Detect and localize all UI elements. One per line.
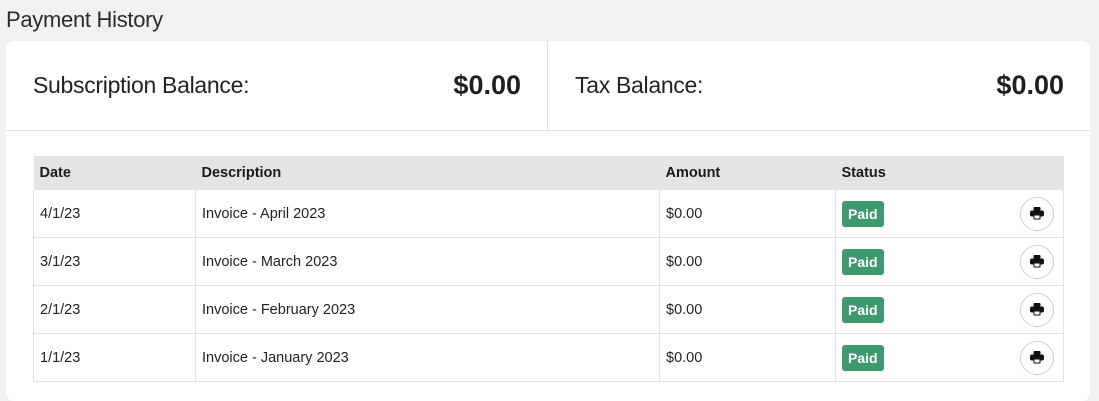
print-button[interactable] (1020, 340, 1054, 375)
balances-panel: Subscription Balance: $0.00 Tax Balance:… (6, 41, 1090, 131)
tax-balance-value: $0.00 (996, 70, 1064, 100)
tax-balance: Tax Balance: $0.00 (548, 41, 1090, 130)
printer-icon (1030, 207, 1044, 220)
table-header-row: Date Description Amount Status (33, 156, 1064, 190)
header-amount[interactable]: Amount (659, 156, 836, 190)
printer-icon (1030, 255, 1044, 268)
row-description: Invoice - February 2023 (195, 285, 660, 334)
row-amount: $0.00 (659, 285, 836, 334)
row-status: Paid (835, 190, 1064, 238)
subscription-balance-value: $0.00 (453, 70, 521, 100)
status-badge: Paid (842, 344, 884, 371)
row-description: Invoice - April 2023 (195, 190, 660, 238)
print-button[interactable] (1020, 244, 1054, 279)
row-status: Paid (835, 237, 1064, 286)
row-date: 1/1/23 (33, 333, 196, 382)
header-description[interactable]: Description (195, 156, 660, 190)
table-row: 2/1/23 Invoice - February 2023 $0.00 Pai… (33, 285, 1064, 334)
header-date[interactable]: Date (33, 156, 196, 190)
status-badge: Paid (842, 200, 884, 227)
row-status: Paid (835, 333, 1064, 382)
row-amount: $0.00 (659, 190, 836, 238)
row-date: 4/1/23 (33, 190, 196, 238)
payment-history-card: Subscription Balance: $0.00 Tax Balance:… (6, 41, 1090, 401)
table-row: 1/1/23 Invoice - January 2023 $0.00 Paid (33, 333, 1064, 382)
payment-history-table: Date Description Amount Status 4/1/23 In… (33, 156, 1064, 382)
status-badge: Paid (842, 296, 884, 323)
row-description: Invoice - March 2023 (195, 237, 660, 286)
row-amount: $0.00 (659, 237, 836, 286)
row-description: Invoice - January 2023 (195, 333, 660, 382)
table-row: 3/1/23 Invoice - March 2023 $0.00 Paid (33, 237, 1064, 286)
tax-balance-label: Tax Balance: (575, 72, 704, 98)
status-badge: Paid (842, 248, 884, 275)
page-title: Payment History (6, 7, 163, 32)
printer-icon (1030, 303, 1044, 316)
subscription-balance: Subscription Balance: $0.00 (6, 41, 548, 130)
row-date: 2/1/23 (33, 285, 196, 334)
row-amount: $0.00 (659, 333, 836, 382)
print-button[interactable] (1020, 196, 1054, 231)
table-row: 4/1/23 Invoice - April 2023 $0.00 Paid (33, 190, 1064, 238)
printer-icon (1030, 351, 1044, 364)
row-status: Paid (835, 285, 1064, 334)
header-status[interactable]: Status (835, 156, 1064, 190)
subscription-balance-label: Subscription Balance: (33, 72, 250, 98)
row-date: 3/1/23 (33, 237, 196, 286)
print-button[interactable] (1020, 292, 1054, 327)
